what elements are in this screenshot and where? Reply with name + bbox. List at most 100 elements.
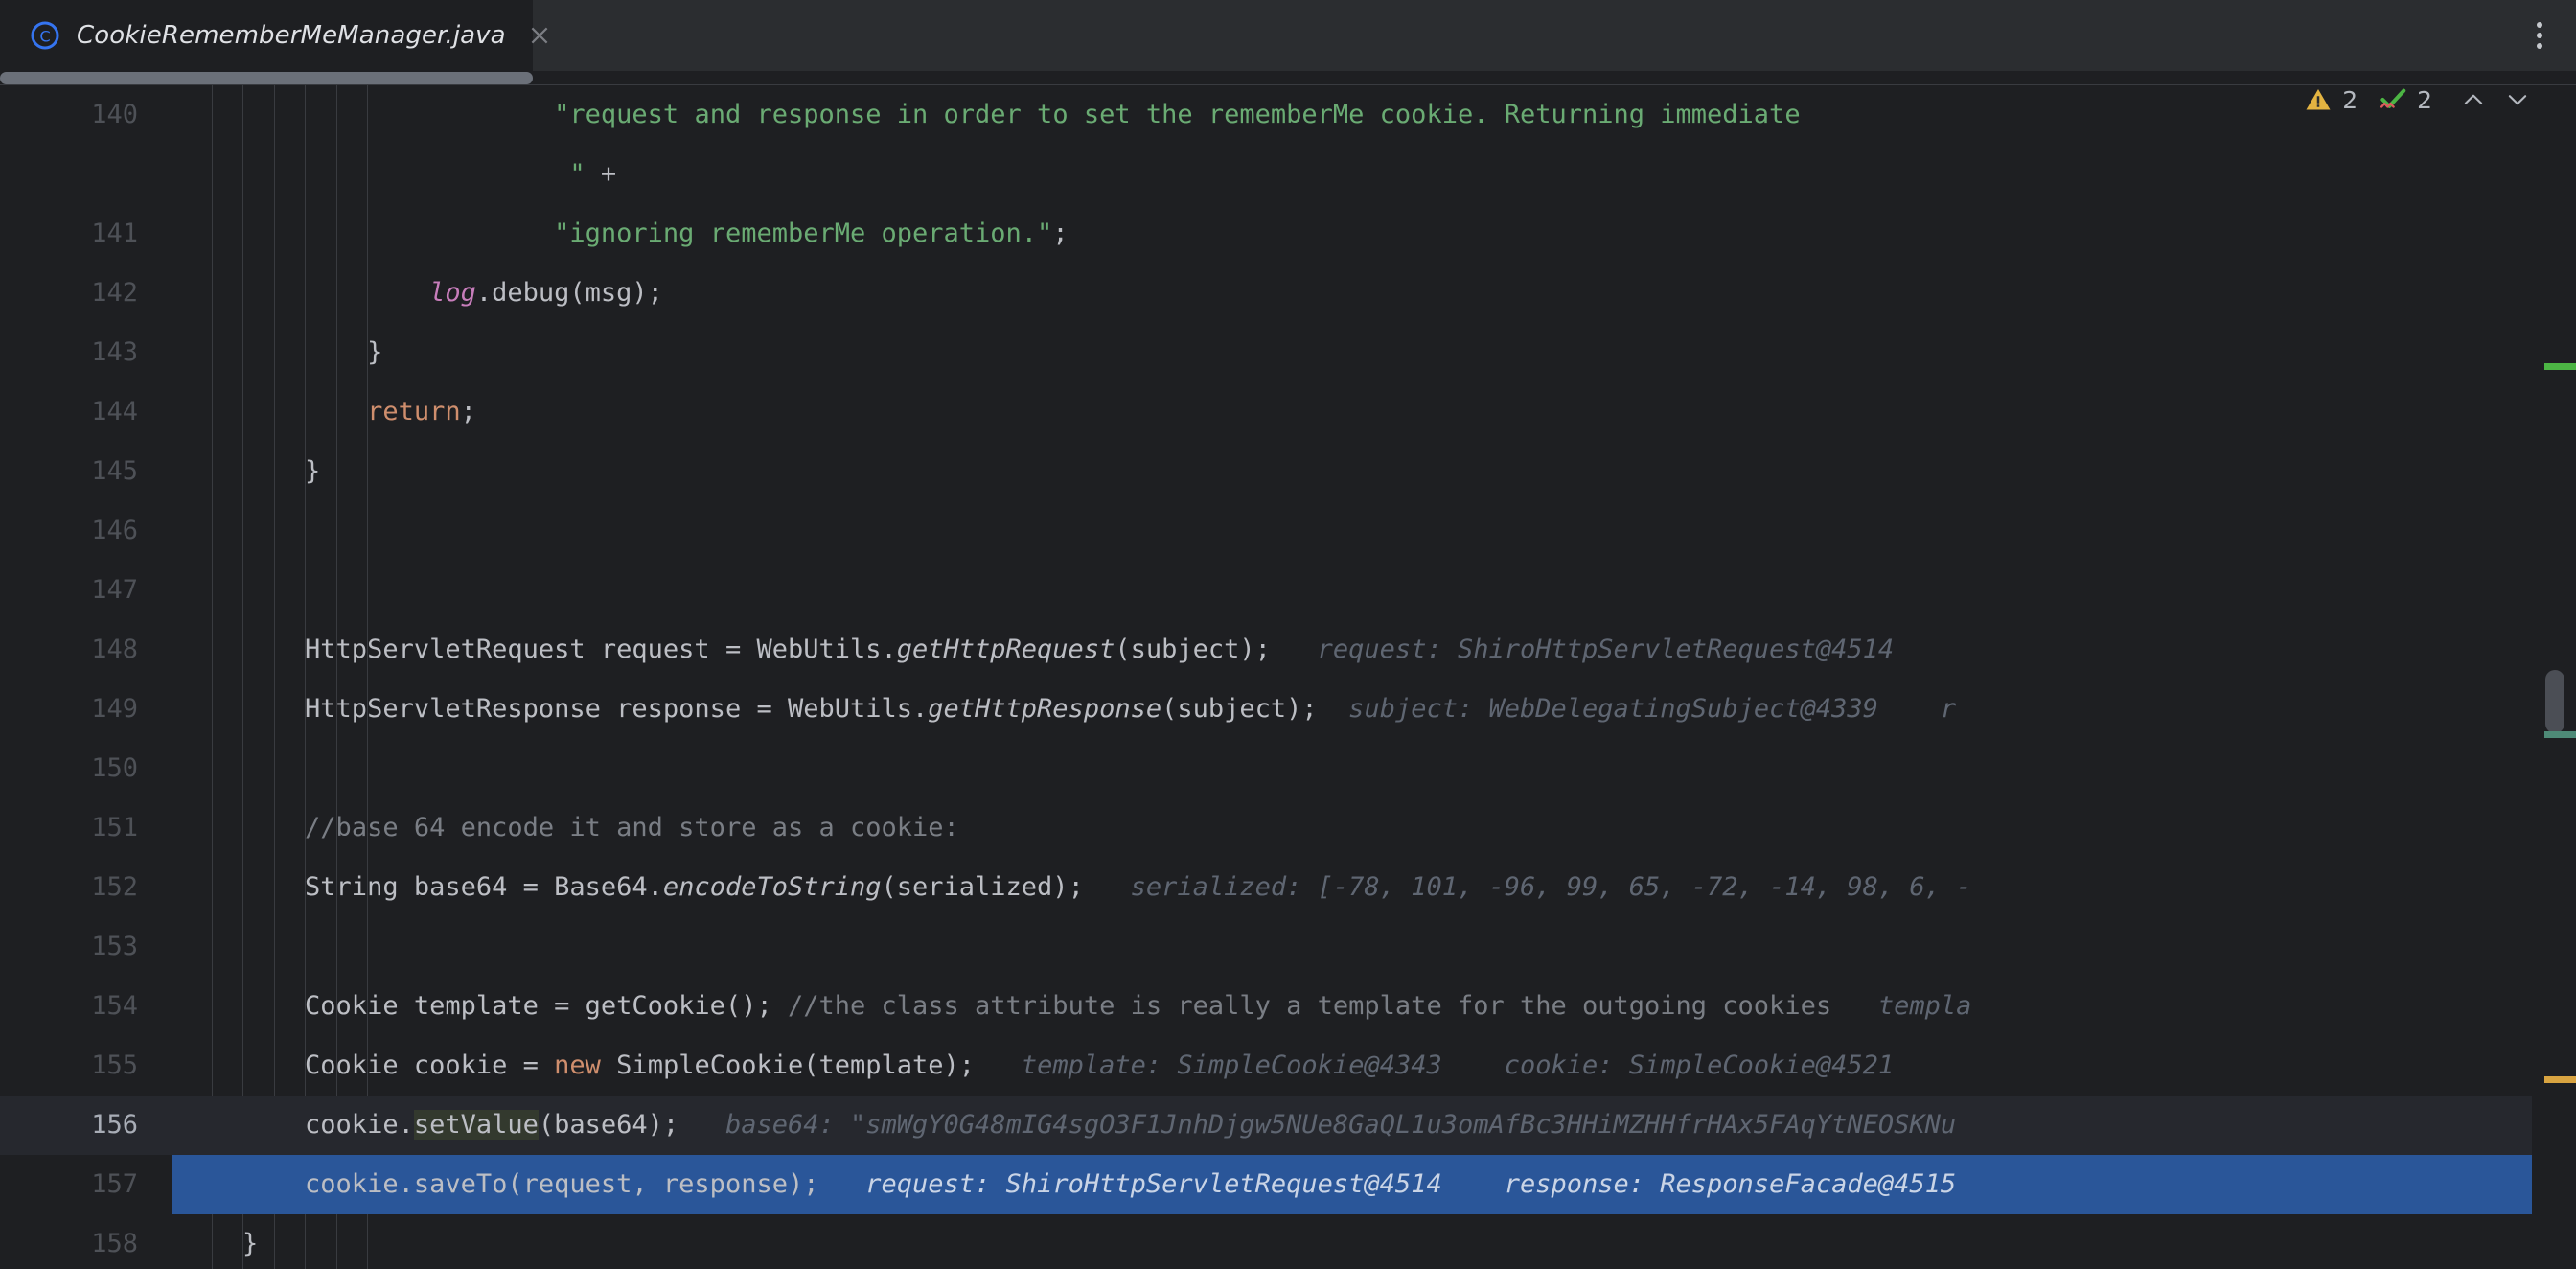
chevron-up-icon[interactable] (2459, 85, 2488, 114)
token-plain: cookie. (180, 1110, 414, 1140)
token-plain: (serialized); (881, 872, 1084, 902)
token-plain: Cookie cookie = (180, 1050, 555, 1080)
code-line-142[interactable]: log.debug(msg); (172, 264, 2576, 323)
token-hint: serialized: [-78, 101, -96, 99, 65, -72,… (1083, 872, 1972, 902)
code-line-155[interactable]: Cookie cookie = new SimpleCookie(templat… (172, 1036, 2576, 1096)
token-str: "ignoring rememberMe operation." (554, 219, 1053, 248)
token-plain: HttpServletRequest request = WebUtils. (180, 634, 897, 664)
line-number-157[interactable]: 157 (0, 1155, 172, 1214)
token-hint: subject: WebDelegatingSubject@4339 r (1317, 694, 1957, 724)
horizontal-scrollbar-thumb[interactable] (0, 72, 533, 84)
line-number-156[interactable]: 156 (0, 1096, 172, 1155)
token-str: " (569, 159, 586, 189)
code-line-144[interactable]: return; (172, 382, 2576, 442)
token-plain: String base64 = Base64. (180, 872, 663, 902)
warning-count: 2 (2342, 85, 2358, 114)
vertical-scrollbar-thumb[interactable] (2545, 670, 2564, 733)
inspection-widget[interactable]: 2 2 (2290, 71, 2532, 128)
code-line[interactable]: " + (172, 145, 2576, 204)
horizontal-scrollbar[interactable] (0, 71, 2576, 85)
chevron-down-icon[interactable] (2503, 85, 2532, 114)
token-hint: base64: "smWgY0G48mIG4sgO3F1JnhDjgw5NUe8… (678, 1110, 1957, 1140)
line-number-143[interactable]: 143 (0, 323, 172, 382)
code-line-152[interactable]: String base64 = Base64.encodeToString(se… (172, 858, 2576, 917)
vcs-modified-marker[interactable] (2544, 731, 2576, 738)
line-number-148[interactable]: 148 (0, 620, 172, 680)
code-line-157[interactable]: cookie.saveTo(request, response); reques… (172, 1155, 2576, 1214)
token-method: encodeToString (662, 872, 882, 902)
more-options-kebab-icon[interactable] (2526, 19, 2553, 52)
line-number-153[interactable]: 153 (0, 917, 172, 977)
green-check-squiggle-icon[interactable] (2379, 85, 2407, 114)
token-hint: templa (1831, 991, 1972, 1021)
code-line-153[interactable] (172, 917, 2576, 977)
line-number-gutter[interactable]: 140 141 142 143 144 145 146 147 148 149 150 151 152 1… (0, 85, 172, 1269)
vertical-scrollbar-and-markers[interactable] (2532, 156, 2576, 1269)
close-icon[interactable] (527, 23, 552, 48)
token-hint: request: ShiroHttpServletRequest@4514 re… (818, 1169, 1957, 1199)
token-plain: ; (1052, 219, 1069, 248)
token-kw: new (554, 1050, 601, 1080)
svg-text:C: C (39, 28, 50, 46)
token-plain: (base64); (538, 1110, 679, 1140)
token-caret: setValue (413, 1110, 539, 1140)
token-method: getHttpRequest (896, 634, 1116, 664)
token-plain: .debug(msg); (475, 278, 663, 308)
token-plain: } (180, 337, 383, 367)
code-line-149[interactable]: HttpServletResponse response = WebUtils.… (172, 680, 2576, 739)
line-number-149[interactable]: 149 (0, 680, 172, 739)
code-line-145[interactable]: } (172, 442, 2576, 501)
line-number-144[interactable]: 144 (0, 382, 172, 442)
editor-tab-bar: C CookieRememberMeManager.java (0, 0, 2576, 71)
token-plain: + (585, 159, 617, 189)
code-line-147[interactable] (172, 561, 2576, 620)
vcs-added-marker[interactable] (2544, 363, 2576, 370)
line-number-150[interactable]: 150 (0, 739, 172, 798)
editor-tab-cookierememberMemanager[interactable]: C CookieRememberMeManager.java (0, 0, 548, 71)
code-line-151[interactable]: //base 64 encode it and store as a cooki… (172, 798, 2576, 858)
code-line-158[interactable]: } (172, 1214, 2576, 1269)
code-surface[interactable]: "request and response in order to set th… (172, 85, 2576, 1269)
line-number-147[interactable]: 147 (0, 561, 172, 620)
line-number-152[interactable]: 152 (0, 858, 172, 917)
line-number-145[interactable]: 145 (0, 442, 172, 501)
line-number-140[interactable]: 140 (0, 85, 172, 145)
token-method: getHttpResponse (928, 694, 1162, 724)
code-line-148[interactable]: HttpServletRequest request = WebUtils.ge… (172, 620, 2576, 680)
token-kw: return (367, 397, 461, 427)
token-plain: ; (460, 397, 476, 427)
code-editor[interactable]: 140 141 142 143 144 145 146 147 148 149 150 151 152 1… (0, 71, 2576, 1269)
line-number-151[interactable]: 151 (0, 798, 172, 858)
line-number-141[interactable]: 141 (0, 204, 172, 264)
warning-triangle-icon[interactable] (2304, 85, 2333, 114)
token-plain: } (180, 1229, 259, 1258)
code-line-146[interactable] (172, 501, 2576, 561)
line-number-wrap[interactable] (0, 145, 172, 204)
token-field: log (429, 278, 476, 308)
code-line-156[interactable]: cookie.setValue(base64); base64: "smWgY0… (172, 1096, 2576, 1155)
code-line-143[interactable]: } (172, 323, 2576, 382)
line-number-142[interactable]: 142 (0, 264, 172, 323)
warning-marker[interactable] (2544, 1076, 2576, 1083)
java-class-icon: C (31, 21, 59, 50)
code-line-141[interactable]: "ignoring rememberMe operation."; (172, 204, 2576, 264)
token-plain: } (180, 456, 321, 486)
error-count: 2 (2417, 85, 2432, 114)
editor-tab-label: CookieRememberMeManager.java (77, 21, 506, 50)
token-comment: //base 64 encode it and store as a cooki… (305, 813, 959, 842)
code-line-140[interactable]: "request and response in order to set th… (172, 85, 2576, 145)
code-line-154[interactable]: Cookie template = getCookie(); //the cla… (172, 977, 2576, 1036)
line-number-154[interactable]: 154 (0, 977, 172, 1036)
line-number-155[interactable]: 155 (0, 1036, 172, 1096)
token-plain: (subject); (1162, 694, 1318, 724)
line-number-158[interactable]: 158 (0, 1214, 172, 1269)
code-line-150[interactable] (172, 739, 2576, 798)
line-number-146[interactable]: 146 (0, 501, 172, 561)
token-comment: //the class attribute is really a templa… (787, 991, 1832, 1021)
token-plain: SimpleCookie(template); (600, 1050, 976, 1080)
